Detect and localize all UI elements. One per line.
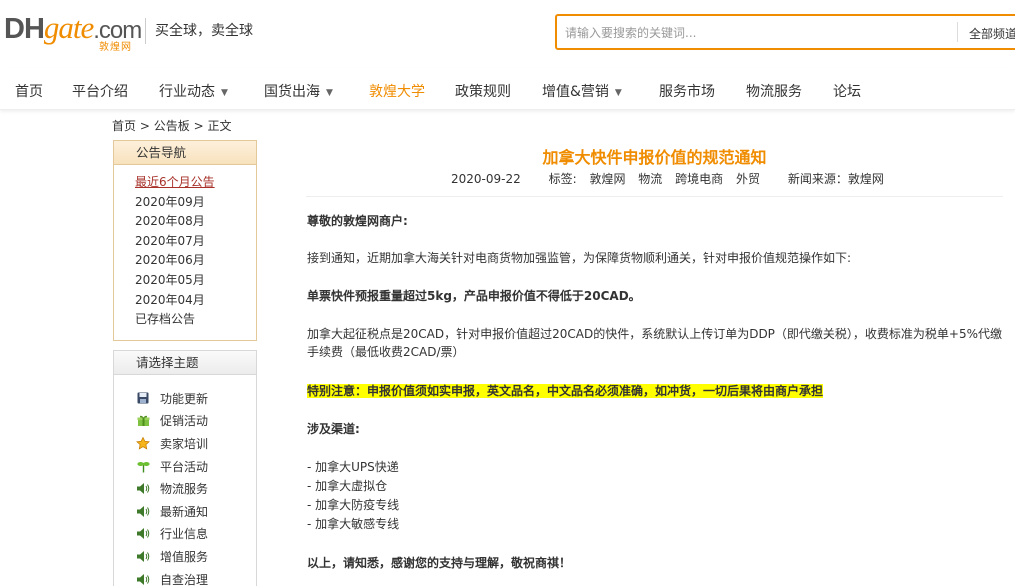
article-channel-item: - 加拿大UPS快递 — [307, 460, 399, 474]
speaker-icon — [136, 504, 150, 518]
article-tag[interactable]: 敦煌网 — [589, 172, 625, 186]
article-channel-item: - 加拿大虚拟仓 — [307, 479, 388, 493]
logo-cn: 敦煌网 — [99, 42, 132, 53]
article-closing: 以上，请知悉，感谢您的支持与理解，敬祝商祺！ — [307, 556, 572, 570]
speaker-icon — [136, 482, 150, 496]
article-tag[interactable]: 外贸 — [736, 172, 760, 186]
notice-nav-panel: 公告导航 最近6个月公告 2020年09月 2020年08月 2020年07月 … — [113, 140, 257, 341]
chevron-down-icon: ▼ — [326, 88, 333, 98]
article-channels-title: 涉及渠道: — [307, 422, 360, 436]
speaker-icon — [136, 572, 150, 586]
gift-icon — [136, 414, 150, 428]
breadcrumb-home[interactable]: 首页 — [112, 119, 136, 133]
article-paragraph-bold: 单票快件预报重量超过5kg，产品申报价值不得低于20CAD。 — [307, 289, 641, 303]
article-highlight-text: 特别注意：申报价值须如实申报，英文品名，中文品名必须准确，如冲货，一切后果将由商… — [307, 384, 824, 398]
article-paragraph: 接到通知，近期加拿大海关针对电商货物加强监管，为保障货物顺利通关，针对申报价值规… — [307, 251, 852, 265]
article-channel-item: - 加拿大防疫专线 — [307, 498, 400, 512]
topic-item-platform-activities[interactable]: 平台活动 — [136, 455, 256, 478]
notice-nav-item-archived[interactable]: 已存档公告 — [135, 310, 256, 330]
topic-item-self-inspection[interactable]: 自查治理 — [136, 568, 256, 586]
article-date: 2020-09-22 — [451, 172, 521, 186]
article-channel-item: - 加拿大敏感专线 — [307, 517, 400, 531]
speaker-icon — [136, 549, 150, 563]
search-box: 全部频道 — [555, 14, 1015, 50]
logo-divider — [145, 18, 146, 44]
topic-item-industry-info[interactable]: 行业信息 — [136, 523, 256, 546]
search-input[interactable] — [565, 23, 945, 43]
search-channel-select[interactable]: 全部频道 — [969, 25, 1015, 42]
article-paragraph: 加拿大起征税点是20CAD，针对申报价值超过20CAD的快件，系统默认上传订单为… — [307, 327, 1003, 359]
chevron-down-icon: ▼ — [614, 88, 622, 98]
topic-item-feature-updates[interactable]: 功能更新 — [136, 387, 256, 410]
article-meta: 2020-09-22 标签: 敦煌网 物流 跨境电商 外贸 新闻来源：敦煌网 — [451, 170, 884, 187]
nav-item-policy-rules[interactable]: 政策规则 — [455, 81, 511, 101]
article-title: 加拿大快件申报价值的规范通知 — [542, 148, 767, 167]
article-source: 新闻来源：敦煌网 — [787, 172, 884, 186]
notice-nav-item-month[interactable]: 2020年08月 — [135, 212, 256, 232]
topic-list: 功能更新 促销活动 卖家培训 平台活动 物流服务 最新通知 行业信息 增值服务 … — [114, 375, 256, 586]
article-tag[interactable]: 跨境电商 — [675, 172, 723, 186]
nav-item-home[interactable]: 首页 — [15, 81, 43, 101]
breadcrumb-separator: > — [139, 119, 150, 133]
article-greeting: 尊敬的敦煌网商户: — [307, 214, 408, 228]
search-separator — [957, 22, 958, 42]
topic-item-value-added[interactable]: 增值服务 — [136, 545, 256, 568]
chevron-down-icon: ▼ — [221, 88, 228, 98]
nav-item-platform-intro[interactable]: 平台介绍 — [72, 81, 128, 101]
topic-panel-title: 请选择主题 — [114, 351, 256, 375]
topic-item-seller-training[interactable]: 卖家培训 — [136, 432, 256, 455]
topic-item-latest-notices[interactable]: 最新通知 — [136, 500, 256, 523]
notice-nav-item-month[interactable]: 2020年04月 — [135, 291, 256, 311]
dhgate-logo[interactable]: DHgate.com 敦煌网 — [4, 10, 142, 53]
breadcrumb-board[interactable]: 公告板 — [154, 119, 190, 133]
notice-nav-item-recent[interactable]: 最近6个月公告 — [135, 173, 256, 193]
breadcrumb-separator: > — [193, 119, 204, 133]
nav-item-dh-university[interactable]: 敦煌大学 — [369, 81, 425, 101]
notice-nav-list: 最近6个月公告 2020年09月 2020年08月 2020年07月 2020年… — [114, 165, 256, 330]
floppy-disk-icon — [136, 391, 150, 405]
logo-gate: gate — [43, 10, 94, 45]
breadcrumb-current: 正文 — [207, 119, 232, 133]
slogan: 买全球，卖全球 — [155, 23, 253, 39]
topic-panel: 请选择主题 功能更新 促销活动 卖家培训 平台活动 物流服务 最新通知 行业信息… — [113, 350, 257, 586]
article-divider — [306, 196, 1003, 197]
site-header: DHgate.com 敦煌网 买全球，卖全球 全部频道 — [0, 0, 1015, 62]
nav-item-goods-overseas[interactable]: 国货出海 ▼ — [264, 81, 333, 101]
logo-dh: DH — [4, 13, 45, 45]
nav-item-value-added-marketing[interactable]: 增值&营销 ▼ — [542, 81, 622, 101]
notice-nav-item-month[interactable]: 2020年06月 — [135, 251, 256, 271]
article-special-notice: 特别注意：申报价值须如实申报，英文品名，中文品名必须准确，如冲货，一切后果将由商… — [307, 382, 824, 400]
nav-item-service-market[interactable]: 服务市场 — [659, 81, 715, 101]
sprout-icon — [136, 459, 150, 473]
main-nav: 首页 平台介绍 行业动态 ▼ 国货出海 ▼ 敦煌大学 政策规则 增值&营销 ▼ 服务市… — [0, 68, 1015, 110]
topic-item-logistics[interactable]: 物流服务 — [136, 477, 256, 500]
notice-nav-item-month[interactable]: 2020年05月 — [135, 271, 256, 291]
nav-item-forum[interactable]: 论坛 — [833, 81, 861, 101]
topic-item-promotions[interactable]: 促销活动 — [136, 410, 256, 433]
nav-item-industry-news[interactable]: 行业动态 ▼ — [159, 81, 228, 101]
nav-item-logistics[interactable]: 物流服务 — [746, 81, 802, 101]
notice-nav-item-month[interactable]: 2020年07月 — [135, 232, 256, 252]
speaker-icon — [136, 527, 150, 541]
article-tags-label: 标签: — [548, 172, 577, 186]
notice-nav-title: 公告导航 — [114, 141, 256, 165]
star-badge-icon — [136, 436, 150, 450]
article-tag[interactable]: 物流 — [638, 172, 662, 186]
breadcrumb: 首页 > 公告板 > 正文 — [112, 117, 231, 134]
notice-nav-item-month[interactable]: 2020年09月 — [135, 193, 256, 213]
